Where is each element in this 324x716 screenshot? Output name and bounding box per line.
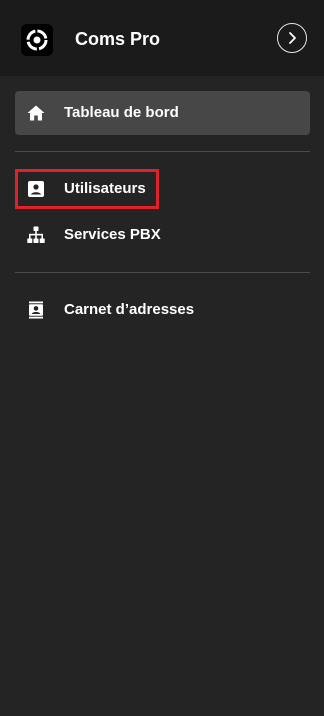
nav-item-utilisateurs[interactable]: Utilisateurs [15, 167, 310, 211]
nav-item-label: Tableau de bord [64, 104, 179, 121]
app-title: Coms Pro [75, 29, 161, 49]
sidebar: Coms Pro Tableau de bord Utilisateurs Se… [0, 0, 324, 716]
chevron-right-icon [289, 32, 296, 44]
divider [15, 272, 310, 273]
address-book-icon [26, 300, 46, 320]
nav-item-tableau-de-bord[interactable]: Tableau de bord [15, 91, 310, 135]
divider [15, 151, 310, 152]
home-icon [26, 103, 46, 123]
sidebar-header: Coms Pro [0, 0, 324, 76]
nav-item-services-pbx[interactable]: Services PBX [15, 213, 310, 257]
nav-item-label: Carnet d’adresses [64, 301, 195, 318]
nav-item-carnet-d-adresses[interactable]: Carnet d’adresses [15, 288, 310, 332]
expand-sidebar-button[interactable] [277, 23, 307, 53]
nav-item-label: Services PBX [64, 226, 161, 243]
nav-item-label: Utilisateurs [64, 180, 146, 197]
user-badge-icon [26, 179, 46, 199]
sitemap-icon [26, 225, 46, 245]
coms-pro-logo-icon [21, 24, 53, 56]
